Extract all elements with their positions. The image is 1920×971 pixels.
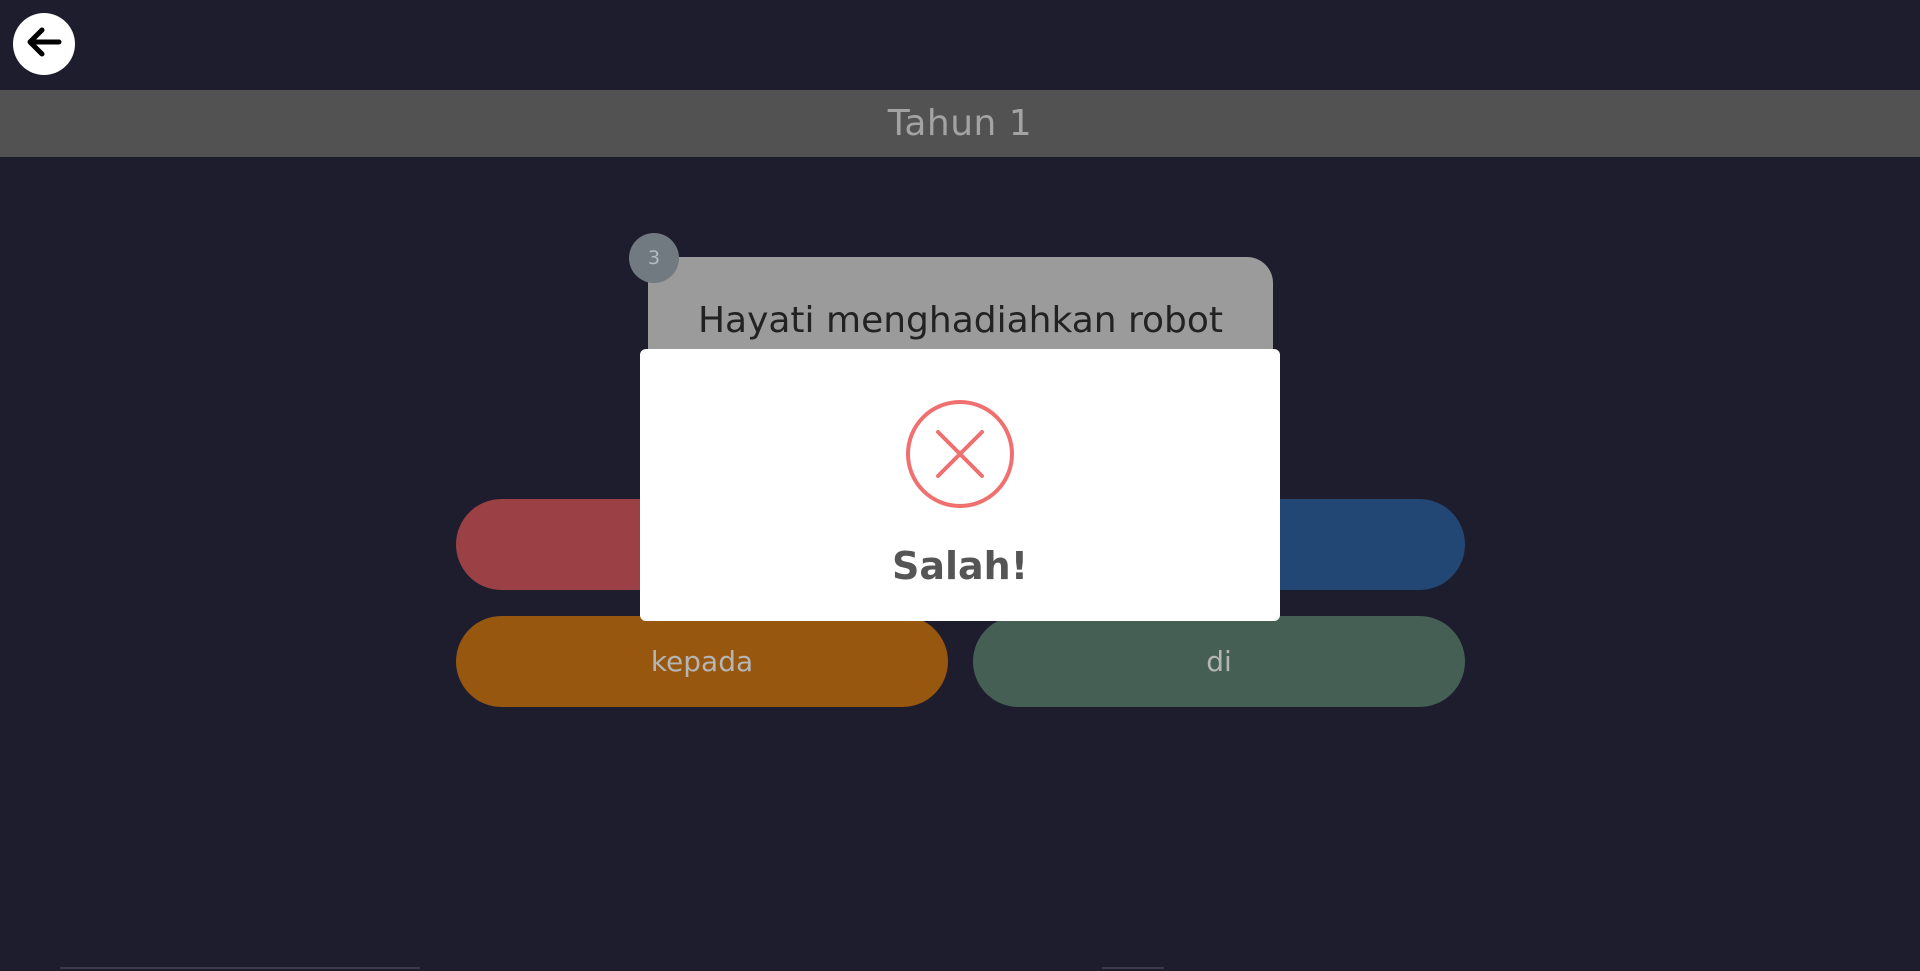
- question-number: 3: [647, 247, 661, 269]
- back-button[interactable]: [13, 13, 75, 75]
- bottom-divider: [60, 967, 420, 969]
- answer-label: di: [1206, 645, 1232, 678]
- arrow-left-icon: [23, 21, 65, 67]
- feedback-message: Salah!: [891, 544, 1029, 588]
- x-circle-icon: [905, 399, 1015, 509]
- page-title: Tahun 1: [887, 103, 1033, 144]
- question-number-badge: 3: [629, 233, 679, 283]
- page-title-bar: Tahun 1: [0, 90, 1920, 157]
- answer-option-d[interactable]: di: [973, 616, 1465, 707]
- answer-label: kepada: [650, 645, 754, 678]
- answer-option-c[interactable]: kepada: [456, 616, 948, 707]
- feedback-modal: Salah!: [640, 349, 1280, 621]
- bottom-divider: [1102, 967, 1164, 969]
